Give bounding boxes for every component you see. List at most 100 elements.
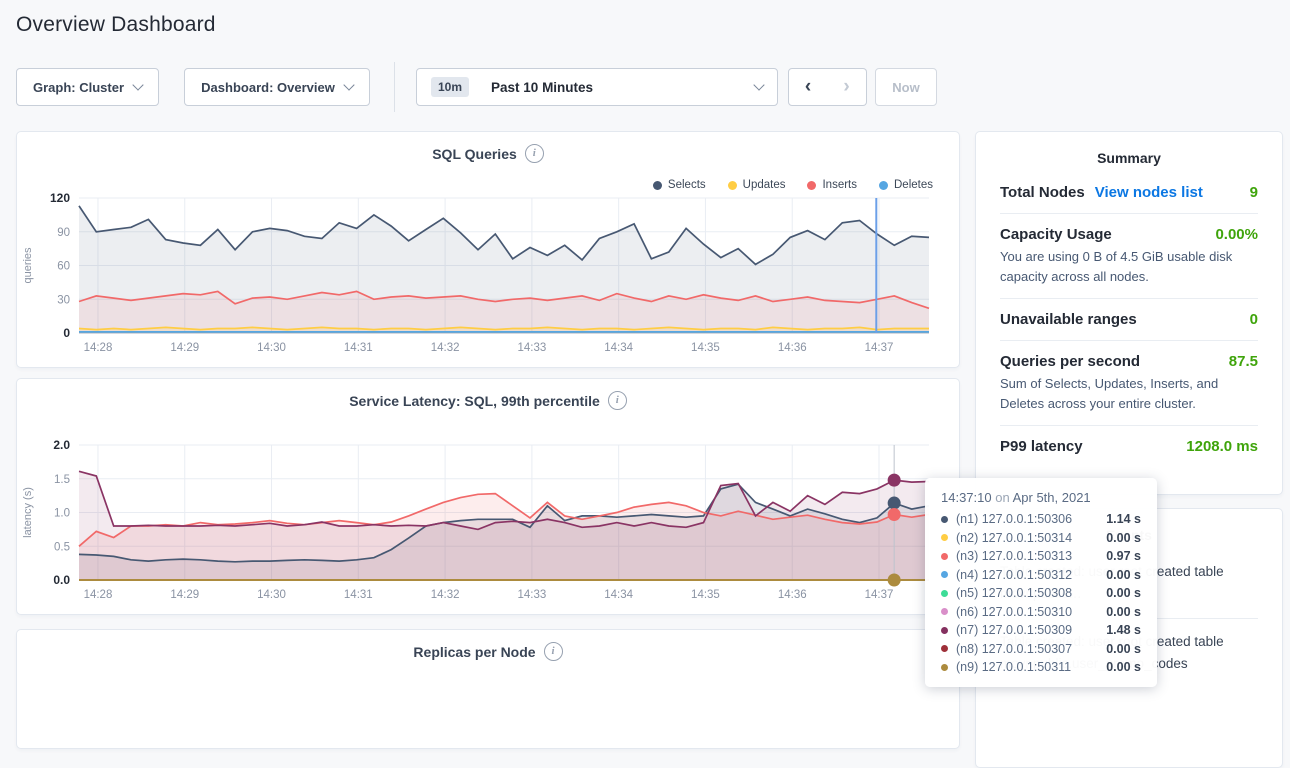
replicas-per-node-panel: Replicas per Node i <box>16 629 960 749</box>
tooltip-node-row: (n5) 127.0.0.1:50308 0.00 s <box>941 584 1141 603</box>
series-dot <box>941 516 948 523</box>
tooltip-node-row: (n6) 127.0.0.1:503100.00 s <box>941 603 1141 622</box>
time-range-label: Past 10 Minutes <box>491 80 593 95</box>
time-range-dropdown[interactable]: 10m Past 10 Minutes <box>416 68 778 106</box>
time-range-prev-button[interactable]: ‹ <box>788 68 828 106</box>
tooltip-node-label: (n9) 127.0.0.1:50311 <box>956 660 1071 674</box>
tooltip-node-row: (n2) 127.0.0.1:503140.00 s <box>941 529 1141 548</box>
now-button[interactable]: Now <box>875 68 937 106</box>
svg-text:60: 60 <box>57 261 70 273</box>
view-nodes-list-link[interactable]: View nodes list <box>1095 184 1203 201</box>
time-range-badge: 10m <box>431 77 469 97</box>
svg-text:14:36: 14:36 <box>778 342 807 354</box>
tooltip-node-label: (n1) 127.0.0.1:50306 <box>956 512 1072 526</box>
toolbar-divider <box>394 62 395 112</box>
svg-text:14:31: 14:31 <box>344 589 373 601</box>
series-dot <box>941 608 948 615</box>
chevron-left-icon: ‹ <box>805 76 811 98</box>
summary-row-total-nodes: Total Nodes View nodes list 9 <box>1000 172 1258 214</box>
svg-text:14:34: 14:34 <box>604 342 633 354</box>
series-dot <box>653 181 662 190</box>
tooltip-node-value: 0.97 s <box>1106 549 1141 563</box>
svg-text:0.0: 0.0 <box>53 573 70 587</box>
svg-text:14:33: 14:33 <box>517 589 546 601</box>
queries-per-second-description: Sum of Selects, Updates, Inserts, and De… <box>1000 374 1258 413</box>
svg-text:14:32: 14:32 <box>431 342 460 354</box>
tooltip-node-value: 1.14 s <box>1106 512 1141 526</box>
tooltip-node-label: (n8) 127.0.0.1:50307 <box>956 642 1072 656</box>
svg-text:14:36: 14:36 <box>778 589 807 601</box>
queries-per-second-value: 87.5 <box>1229 353 1258 370</box>
chevron-down-icon <box>132 79 143 90</box>
capacity-usage-value: 0.00% <box>1215 226 1258 243</box>
info-icon[interactable]: i <box>525 144 544 163</box>
chevron-down-icon <box>343 79 354 90</box>
info-icon[interactable]: i <box>544 642 563 661</box>
dashboard-selector-dropdown[interactable]: Dashboard: Overview <box>184 68 370 106</box>
capacity-usage-label: Capacity Usage <box>1000 226 1112 243</box>
tooltip-node-label: (n4) 127.0.0.1:50312 <box>956 568 1072 582</box>
svg-text:1.0: 1.0 <box>54 508 70 520</box>
tooltip-timestamp: 14:37:10 on Apr 5th, 2021 <box>941 490 1141 505</box>
chevron-right-icon: › <box>843 76 849 98</box>
svg-text:14:35: 14:35 <box>691 342 720 354</box>
svg-text:0: 0 <box>63 326 70 340</box>
svg-text:14:32: 14:32 <box>431 589 460 601</box>
tooltip-node-row: (n9) 127.0.0.1:50311 0.00 s <box>941 658 1141 677</box>
graph-selector-dropdown[interactable]: Graph: Cluster <box>16 68 159 106</box>
series-dot <box>941 553 948 560</box>
svg-text:2.0: 2.0 <box>53 438 70 452</box>
service-latency-title: Service Latency: SQL, 99th percentile i <box>17 391 959 410</box>
svg-text:14:37: 14:37 <box>865 342 894 354</box>
svg-text:14:33: 14:33 <box>517 342 546 354</box>
tooltip-node-value: 1.48 s <box>1106 623 1141 637</box>
tooltip-node-row: (n7) 127.0.0.1:503091.48 s <box>941 621 1141 640</box>
summary-row-capacity-usage: Capacity Usage 0.00% You are using 0 B o… <box>1000 214 1258 299</box>
series-dot <box>807 181 816 190</box>
tooltip-node-label: (n6) 127.0.0.1:50310 <box>956 605 1072 619</box>
replicas-per-node-title: Replicas per Node i <box>17 642 959 661</box>
info-icon[interactable]: i <box>608 391 627 410</box>
total-nodes-label: Total Nodes <box>1000 184 1085 201</box>
summary-row-p99-latency: P99 latency 1208.0 ms <box>1000 426 1258 467</box>
svg-text:14:30: 14:30 <box>257 589 286 601</box>
svg-text:14:29: 14:29 <box>170 342 199 354</box>
tooltip-node-row: (n4) 127.0.0.1:503120.00 s <box>941 566 1141 585</box>
tooltip-node-label: (n3) 127.0.0.1:50313 <box>956 549 1072 563</box>
queries-per-second-label: Queries per second <box>1000 353 1140 370</box>
svg-text:30: 30 <box>57 294 70 306</box>
service-latency-chart[interactable]: 14:2814:2914:3014:3114:3214:3314:3414:35… <box>17 437 959 612</box>
sql-queries-chart[interactable]: 14:28 14:29 14:30 14:31 14:32 14:33 14:34 14:35… <box>17 190 959 365</box>
total-nodes-value: 9 <box>1250 184 1258 201</box>
svg-text:90: 90 <box>57 227 70 239</box>
series-dot <box>941 534 948 541</box>
tooltip-node-value: 0.00 s <box>1106 531 1141 545</box>
svg-text:14:28: 14:28 <box>84 342 113 354</box>
unavailable-ranges-label: Unavailable ranges <box>1000 311 1137 328</box>
sql-queries-panel: SQL Queries i Selects Updates Inserts De… <box>16 131 960 368</box>
summary-row-unavailable-ranges: Unavailable ranges 0 <box>1000 299 1258 341</box>
summary-title: Summary <box>976 132 1282 172</box>
series-dot <box>941 664 948 671</box>
svg-text:14:37: 14:37 <box>865 589 894 601</box>
svg-text:1.5: 1.5 <box>54 474 70 486</box>
svg-text:14:35: 14:35 <box>691 589 720 601</box>
tooltip-node-value: 0.00 s <box>1106 660 1141 674</box>
page-title: Overview Dashboard <box>16 13 216 37</box>
svg-text:120: 120 <box>50 191 70 205</box>
time-range-next-button[interactable]: › <box>827 68 867 106</box>
svg-text:queries: queries <box>22 247 34 284</box>
chevron-down-icon <box>753 79 764 90</box>
graph-selector-label: Graph: Cluster <box>33 80 124 95</box>
tooltip-node-row: (n8) 127.0.0.1:503070.00 s <box>941 640 1141 659</box>
svg-text:14:30: 14:30 <box>257 342 286 354</box>
series-dot <box>941 590 948 597</box>
series-dot <box>941 571 948 578</box>
tooltip-node-value: 0.00 s <box>1106 586 1141 600</box>
svg-text:14:28: 14:28 <box>84 589 113 601</box>
tooltip-node-label: (n5) 127.0.0.1:50308 <box>956 586 1072 600</box>
unavailable-ranges-value: 0 <box>1250 311 1258 328</box>
svg-text:14:31: 14:31 <box>344 342 373 354</box>
p99-latency-value: 1208.0 ms <box>1186 438 1258 455</box>
series-dot <box>941 645 948 652</box>
